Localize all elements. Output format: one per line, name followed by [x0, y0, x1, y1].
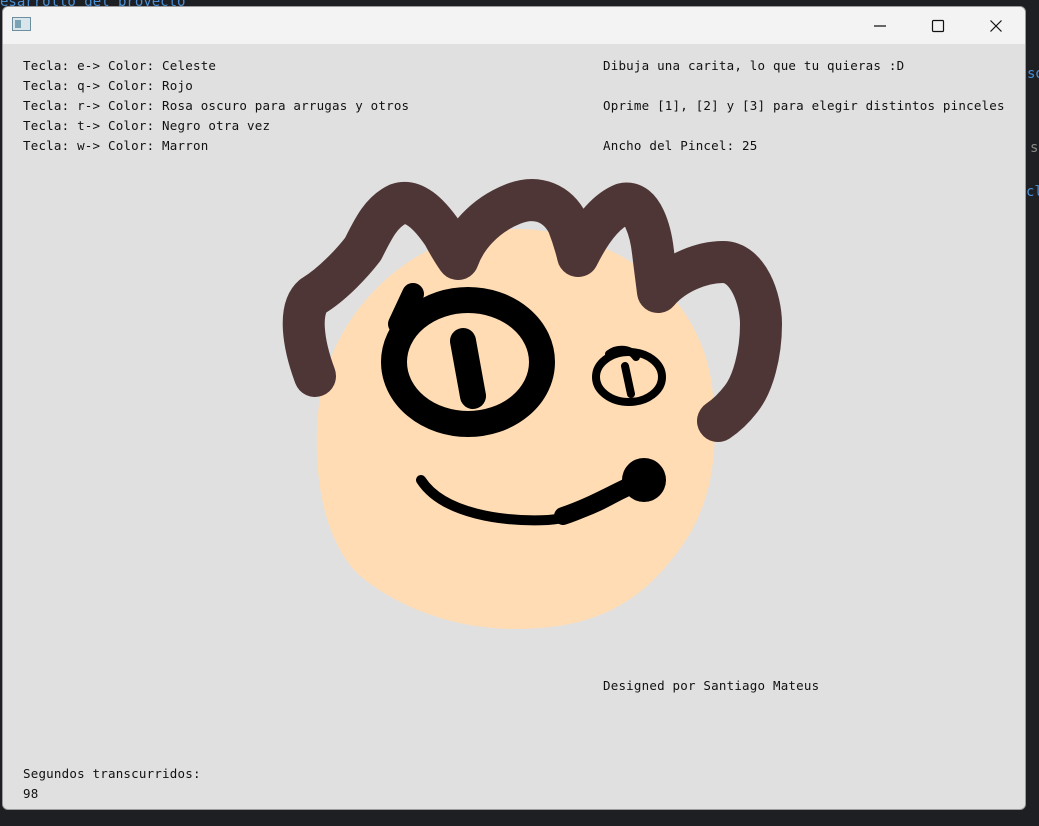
timer-label: Segundos transcurridos: [23, 766, 201, 781]
timer-value: 98 [23, 786, 39, 801]
brush-width-label: Ancho del Pincel: 25 [603, 138, 758, 153]
background-editor-fragment: s [1030, 140, 1039, 156]
face-drawing[interactable] [3, 44, 1026, 810]
title-bar[interactable] [3, 7, 1025, 44]
left-eye-lash [388, 283, 424, 335]
close-icon [990, 19, 1002, 32]
minimize-icon [874, 24, 886, 27]
minimize-button[interactable] [851, 7, 909, 44]
mouth-end-dot [622, 458, 666, 502]
drawing-canvas[interactable]: Tecla: e-> Color: Celeste Tecla: q-> Col… [3, 44, 1025, 809]
background-editor-fragment: cl [1026, 184, 1039, 200]
instruction-key-r: Tecla: r-> Color: Rosa oscuro para arrug… [23, 98, 410, 113]
instruction-key-q: Tecla: q-> Color: Rojo [23, 78, 193, 93]
app-icon [12, 17, 31, 31]
brush-instruction: Oprime [1], [2] y [3] para elegir distin… [603, 98, 1005, 113]
background-editor-fragment: so [1027, 66, 1039, 82]
credits-text: Designed por Santiago Mateus [603, 678, 820, 693]
instruction-key-w: Tecla: w-> Color: Marron [23, 138, 209, 153]
draw-prompt: Dibuja una carita, lo que tu quieras :D [603, 58, 905, 73]
close-button[interactable] [967, 7, 1025, 44]
instruction-key-t: Tecla: t-> Color: Negro otra vez [23, 118, 271, 133]
left-pupil [450, 328, 486, 409]
maximize-icon [931, 19, 945, 32]
maximize-button[interactable] [909, 7, 967, 44]
app-window: Tecla: e-> Color: Celeste Tecla: q-> Col… [2, 6, 1026, 810]
instruction-key-e: Tecla: e-> Color: Celeste [23, 58, 217, 73]
